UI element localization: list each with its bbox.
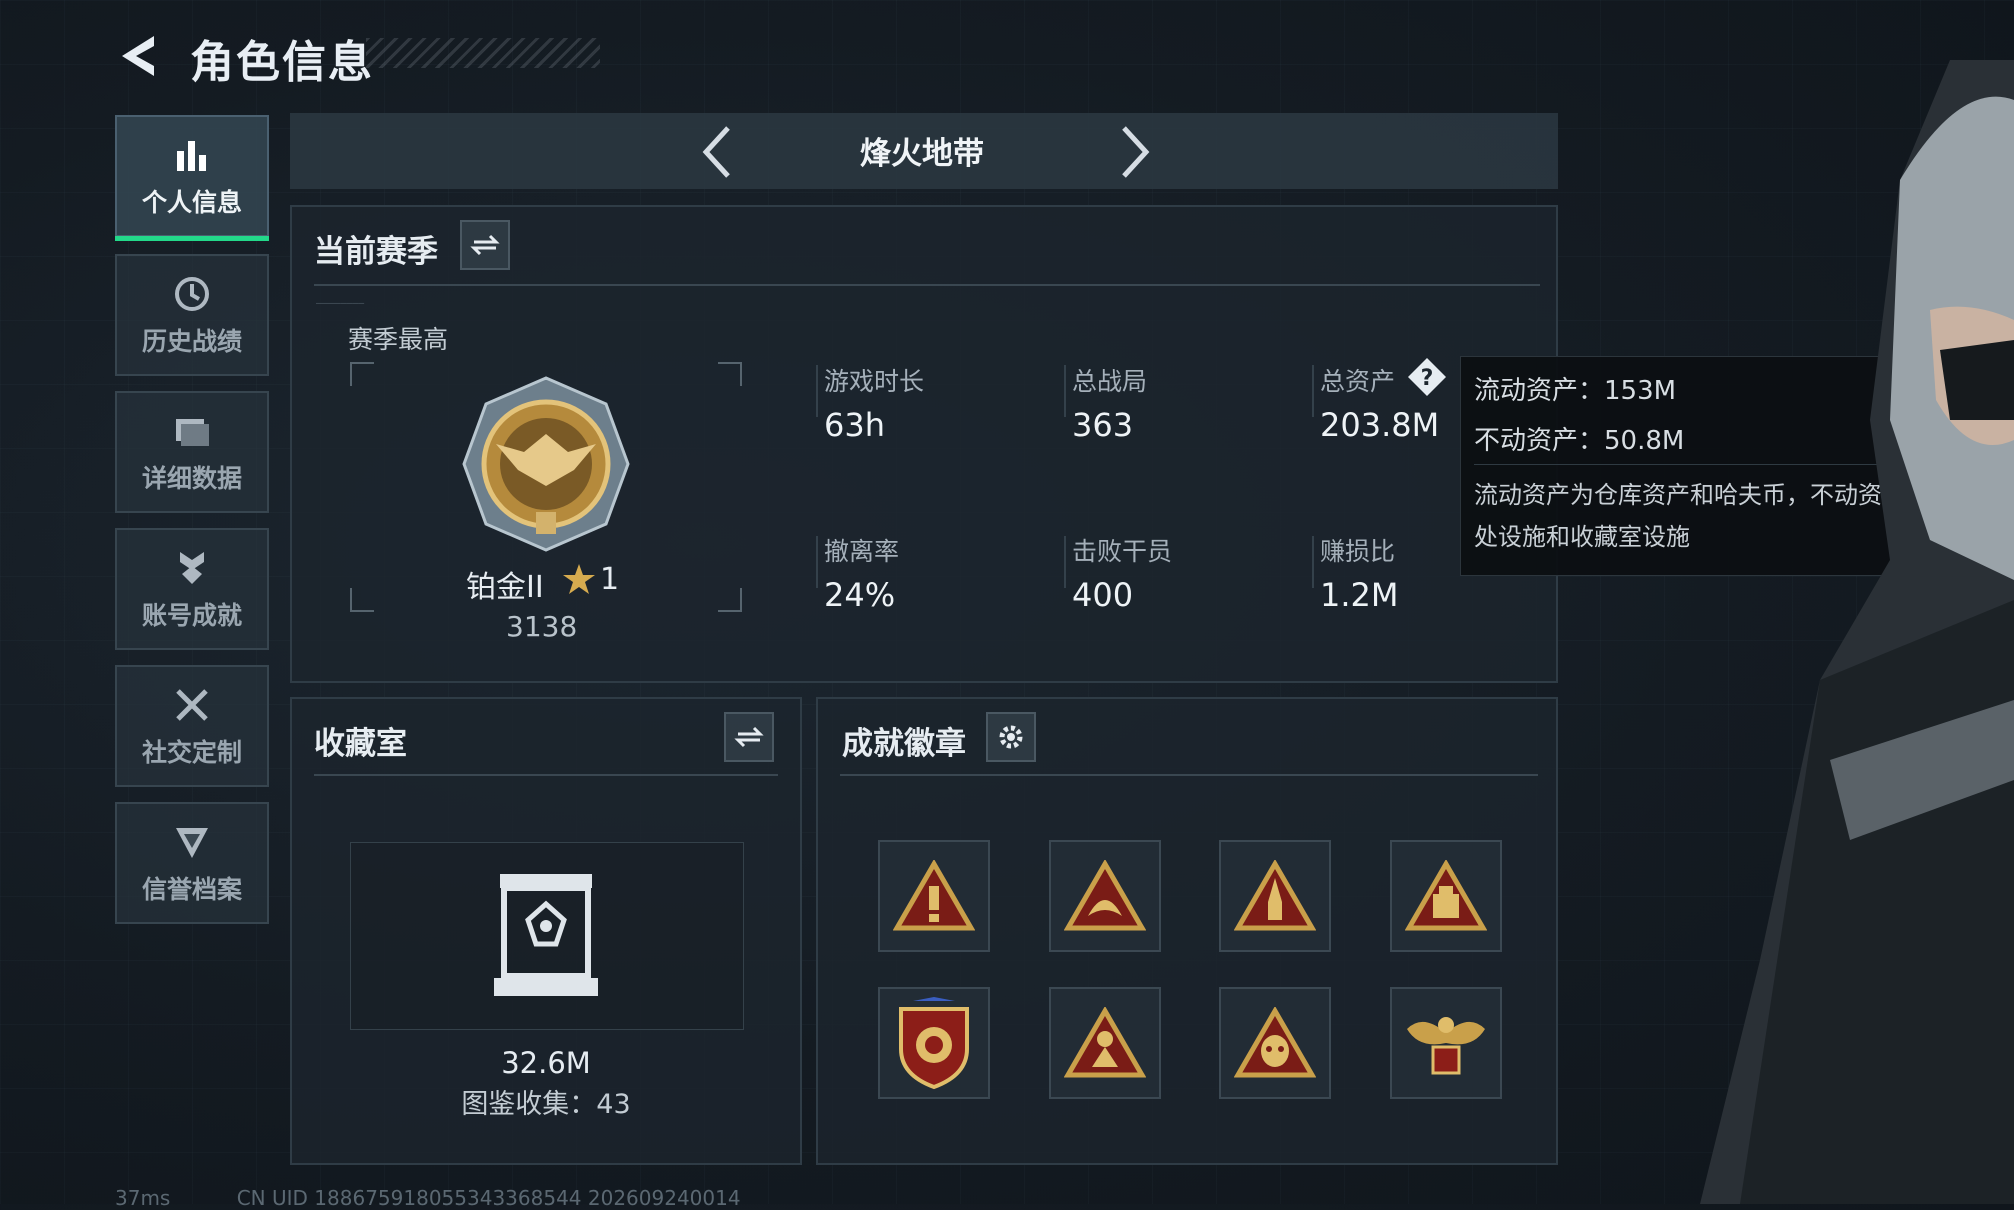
status-bar: 37ms CN UID 188675918055343368544 202609… (115, 1186, 741, 1210)
stat-divider (1312, 365, 1314, 417)
chevron-right-icon (1122, 126, 1150, 178)
stat-divider (816, 365, 818, 417)
back-button[interactable] (112, 28, 168, 84)
stat-value-total-matches: 363 (1072, 406, 1134, 444)
rocket-badge-icon (1234, 860, 1316, 931)
nav-item-achievements[interactable]: 账号成就 (115, 528, 269, 650)
badges-settings-button[interactable] (986, 712, 1036, 762)
nav-label: 信誉档案 (141, 875, 242, 904)
badges-title: 成就徽章 (842, 726, 966, 762)
stat-label-profit-ratio: 赚损比 (1320, 537, 1396, 566)
stat-divider (1312, 536, 1314, 588)
achievement-badge[interactable] (1390, 987, 1502, 1099)
nav-item-personal-info[interactable]: 个人信息 (115, 115, 269, 241)
box-badge-icon (1405, 860, 1487, 931)
mode-title: 烽火地带 (860, 136, 984, 172)
eagle-badge-icon (1407, 1017, 1485, 1075)
corner-bracket (350, 588, 374, 612)
collection-title: 收藏室 (314, 726, 407, 762)
nav-item-detailed-data[interactable]: 详细数据 (115, 391, 269, 513)
swap-icon (470, 234, 500, 256)
tooltip-fixed-assets: 不动资产：50.8M (1474, 426, 1685, 456)
page-title: 角色信息 (190, 37, 374, 88)
rank-name: 铂金II (466, 570, 544, 605)
title-decoration (366, 38, 600, 68)
corner-bracket (350, 362, 374, 386)
mode-next-button[interactable] (1104, 120, 1164, 184)
nav-item-social-custom[interactable]: 社交定制 (115, 665, 269, 787)
help-icon[interactable]: ? (1406, 356, 1448, 402)
nav-label: 账号成就 (141, 601, 242, 630)
warning-badge-icon (893, 860, 975, 931)
mask-badge-icon (1234, 1007, 1316, 1078)
tooltip-liquid-assets: 流动资产：153M (1474, 376, 1677, 406)
achievement-badge[interactable] (1390, 840, 1502, 952)
nav-label: 社交定制 (141, 738, 242, 767)
rank-stars: 1 (600, 562, 620, 597)
soldier-badge-icon (1064, 1007, 1146, 1078)
ping-text: 37ms (115, 1186, 171, 1210)
star-icon (562, 562, 596, 600)
bar-chart-icon (170, 133, 214, 177)
stat-label-extraction-rate: 撤离率 (824, 537, 900, 566)
season-title: 当前赛季 (314, 234, 438, 270)
achievement-badge[interactable] (1219, 840, 1331, 952)
achievement-badge[interactable] (1049, 987, 1161, 1099)
achievement-badge[interactable] (878, 987, 990, 1099)
back-arrow-icon (122, 36, 154, 76)
achievement-badge[interactable] (878, 840, 990, 952)
corner-bracket (718, 588, 742, 612)
nav-item-history[interactable]: 历史战绩 (115, 254, 269, 376)
collection-count: 图鉴收集：43 (461, 1089, 631, 1120)
dragon-badge-icon (1064, 860, 1146, 931)
uid-text: CN UID 188675918055343368544 20260924001… (236, 1186, 741, 1210)
stat-divider (1064, 536, 1066, 588)
nav-label: 详细数据 (141, 464, 242, 493)
achievement-badge[interactable] (1219, 987, 1331, 1099)
stat-label-total-assets: 总资产 (1320, 367, 1396, 396)
stat-divider (1064, 365, 1066, 417)
folder-icon (170, 409, 214, 453)
nav-label: 历史战绩 (141, 327, 242, 356)
collection-value: 32.6M (501, 1046, 591, 1080)
stat-value-extraction-rate: 24% (824, 576, 896, 614)
stat-value-total-assets: 203.8M (1320, 406, 1440, 444)
clock-icon (170, 272, 214, 316)
achievement-badge[interactable] (1049, 840, 1161, 952)
rank-score: 3138 (506, 610, 578, 643)
season-divider (314, 284, 1540, 286)
character-portrait (1700, 60, 2014, 1204)
stat-divider (816, 536, 818, 588)
tools-icon (170, 683, 214, 727)
badges-divider (840, 774, 1538, 776)
stat-value-operators-defeated: 400 (1072, 576, 1134, 614)
shield-icon (170, 820, 214, 864)
collection-divider (314, 774, 778, 776)
season-best-label: 赛季最高 (348, 325, 449, 354)
stat-label-operators-defeated: 击败干员 (1072, 537, 1173, 566)
nav-item-credit-record[interactable]: 信誉档案 (115, 802, 269, 924)
nav-label: 个人信息 (141, 188, 242, 217)
decor-text: ‒‒‒‒‒‒‒‒ (316, 298, 365, 309)
swap-icon (734, 726, 764, 748)
rank-emblem-icon (456, 374, 636, 558)
stat-value-profit-ratio: 1.2M (1320, 576, 1399, 614)
svg-text:?: ? (1421, 366, 1434, 391)
stat-label-total-matches: 总战局 (1072, 367, 1148, 396)
medal-icon (170, 546, 214, 590)
stat-value-playtime: 63h (824, 406, 885, 444)
stat-label-playtime: 游戏时长 (824, 367, 925, 396)
season-switch-button[interactable] (460, 220, 510, 270)
lion-shield-badge-icon (899, 997, 969, 1090)
gear-icon (999, 725, 1023, 749)
collection-switch-button[interactable] (724, 712, 774, 762)
display-case-icon (492, 870, 600, 1004)
corner-bracket (718, 362, 742, 386)
